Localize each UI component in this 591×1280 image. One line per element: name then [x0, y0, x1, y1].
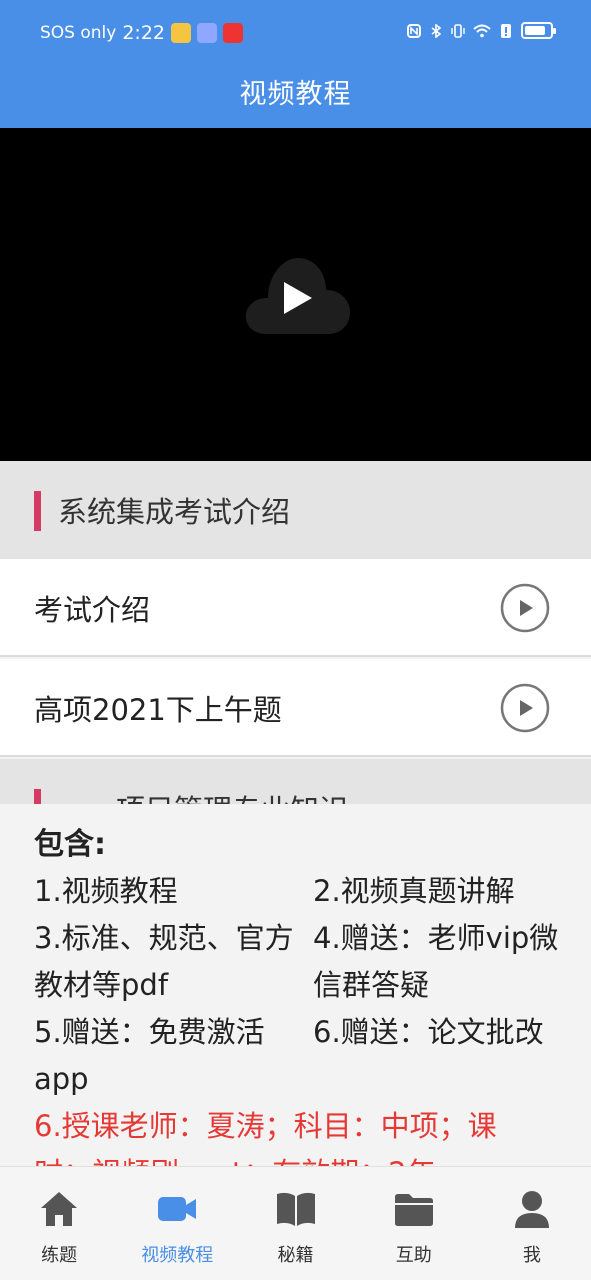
info-item: 6.赠送：论文批改 — [313, 1015, 544, 1049]
nav-label: 视频教程 — [141, 1245, 214, 1266]
notification-app-icon — [197, 23, 217, 43]
section-accent-bar — [34, 491, 41, 531]
play-circle-icon[interactable] — [500, 583, 550, 633]
folder-icon — [394, 1194, 433, 1226]
info-heading: 包含: — [34, 827, 106, 862]
nav-label: 练题 — [41, 1245, 78, 1266]
app-header: SOS only 2:22 视频教程 — [0, 0, 591, 128]
lesson-item[interactable]: 考试介绍 — [0, 559, 591, 657]
nav-item-help[interactable]: 互助 — [355, 1167, 473, 1280]
nav-label: 互助 — [395, 1245, 432, 1266]
info-item: 4.赠送：老师vip微信群答疑 — [313, 921, 559, 1002]
status-left: SOS only 2:22 — [40, 22, 243, 44]
page-title: 视频教程 — [239, 79, 352, 110]
wifi-icon — [473, 24, 491, 37]
bottom-nav: 练题 视频教程 秘籍 互助 我 — [0, 1166, 591, 1280]
course-info-panel: 包含: 1.视频教程 2.视频真题讲解 3.标准、规范、官方教材等pdf 4.赠… — [0, 804, 591, 1166]
battery-icon — [521, 22, 556, 39]
status-bar: SOS only 2:22 — [0, 0, 591, 66]
lesson-title: 高项2021下上午题 — [34, 693, 282, 727]
section-title: 系统集成考试介绍 — [58, 495, 291, 529]
teacher-info: 6.授课老师：夏涛；科目：中项；课时：视频刷next；有效期：2年 — [34, 1109, 497, 1166]
vibrate-icon — [451, 23, 465, 38]
info-item: 5.赠送：免费激活app — [34, 1015, 265, 1096]
notification-app-icon — [171, 23, 191, 43]
nav-label: 秘籍 — [277, 1245, 314, 1266]
nav-item-tips[interactable]: 秘籍 — [236, 1167, 354, 1280]
video-camera-icon — [158, 1197, 197, 1221]
clock: 2:22 — [122, 22, 165, 44]
nav-item-me[interactable]: 我 — [473, 1167, 591, 1280]
nfc-icon — [407, 23, 421, 38]
nav-label: 我 — [522, 1245, 541, 1266]
alert-icon — [501, 23, 511, 38]
bluetooth-icon — [431, 23, 442, 38]
book-icon — [276, 1192, 315, 1226]
notification-app-icon — [223, 23, 243, 43]
lesson-item[interactable]: 高项2021下上午题 — [0, 659, 591, 757]
lesson-title: 考试介绍 — [34, 593, 151, 627]
info-item: 3.标准、规范、官方教材等pdf — [34, 921, 294, 1002]
info-item: 2.视频真题讲解 — [313, 874, 515, 908]
home-icon — [41, 1192, 78, 1226]
status-right — [407, 22, 556, 39]
carrier-text: SOS only — [40, 23, 117, 43]
nav-item-video[interactable]: 视频教程 — [118, 1167, 236, 1280]
play-circle-icon[interactable] — [500, 683, 550, 733]
info-items: 1.视频教程 2.视频真题讲解 3.标准、规范、官方教材等pdf 4.赠送：老师… — [34, 868, 571, 1103]
info-item: 1.视频教程 — [34, 874, 178, 908]
nav-item-practice[interactable]: 练题 — [0, 1167, 118, 1280]
play-icon[interactable] — [242, 256, 350, 334]
section-header: 系统集成考试介绍 — [0, 461, 591, 559]
user-icon — [514, 1191, 549, 1228]
